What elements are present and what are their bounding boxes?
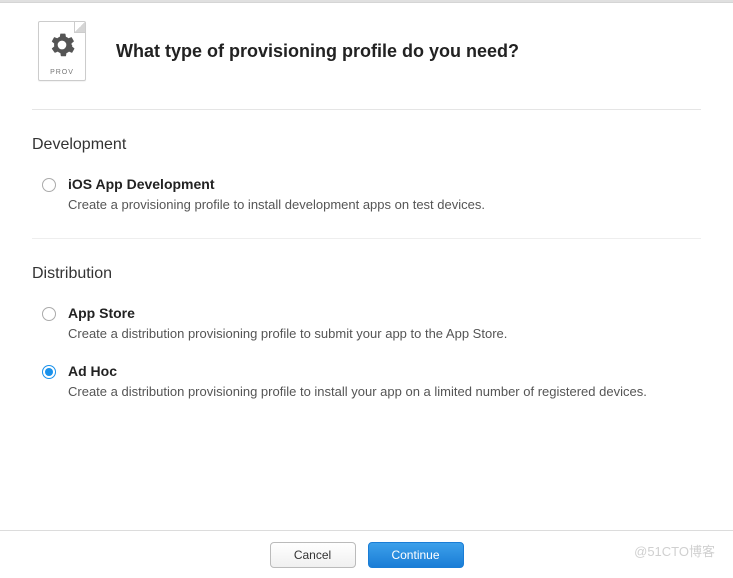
option-title: Ad Hoc xyxy=(68,363,701,379)
page-title: What type of provisioning profile do you… xyxy=(116,41,519,62)
content-area: Development iOS App Development Create a… xyxy=(0,136,733,418)
section-heading-distribution: Distribution xyxy=(32,265,701,283)
option-body: iOS App Development Create a provisionin… xyxy=(68,176,701,214)
option-ios-app-development[interactable]: iOS App Development Create a provisionin… xyxy=(32,172,701,230)
provisioning-profile-icon: PROV xyxy=(38,21,86,81)
option-desc: Create a distribution provisioning profi… xyxy=(68,383,701,401)
continue-button[interactable]: Continue xyxy=(368,542,464,568)
prov-icon-label: PROV xyxy=(50,69,74,80)
option-body: App Store Create a distribution provisio… xyxy=(68,305,701,343)
option-title: App Store xyxy=(68,305,701,321)
option-desc: Create a provisioning profile to install… xyxy=(68,196,701,214)
header-divider xyxy=(32,109,701,110)
option-title: iOS App Development xyxy=(68,176,701,192)
gear-icon xyxy=(49,32,75,58)
section-divider xyxy=(32,238,701,239)
option-ad-hoc[interactable]: Ad Hoc Create a distribution provisionin… xyxy=(32,359,701,417)
radio-app-store[interactable] xyxy=(42,307,56,321)
option-app-store[interactable]: App Store Create a distribution provisio… xyxy=(32,301,701,359)
header: PROV What type of provisioning profile d… xyxy=(0,3,733,99)
radio-ad-hoc[interactable] xyxy=(42,365,56,379)
footer: Cancel Continue xyxy=(0,530,733,578)
section-heading-development: Development xyxy=(32,136,701,154)
radio-ios-app-development[interactable] xyxy=(42,178,56,192)
option-body: Ad Hoc Create a distribution provisionin… xyxy=(68,363,701,401)
cancel-button[interactable]: Cancel xyxy=(270,542,356,568)
option-desc: Create a distribution provisioning profi… xyxy=(68,325,701,343)
